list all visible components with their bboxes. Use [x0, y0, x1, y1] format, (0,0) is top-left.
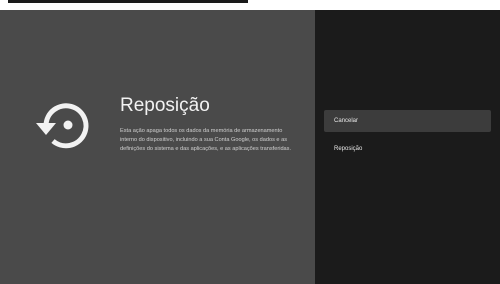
top-divider [8, 0, 248, 3]
action-menu: Cancelar Reposição [315, 110, 500, 160]
cancel-button[interactable]: Cancelar [324, 110, 491, 132]
page-title: Reposição [120, 95, 210, 116]
restore-icon [36, 103, 89, 149]
top-edge [0, 0, 500, 10]
reset-button[interactable]: Reposição [324, 138, 491, 160]
action-panel: Cancelar Reposição [315, 10, 500, 284]
screen: Reposição Esta ação apaga todos os dados… [0, 0, 500, 284]
description-text: Esta ação apaga todos os dados da memóri… [120, 128, 292, 152]
